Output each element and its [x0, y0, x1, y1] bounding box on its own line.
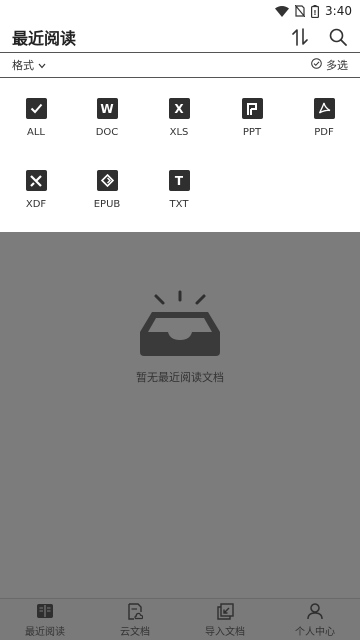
- nav-label: 导入文档: [205, 627, 245, 638]
- excel-icon: X: [168, 98, 190, 119]
- import-icon: [215, 601, 235, 621]
- format-xls[interactable]: X XLS: [149, 98, 209, 158]
- battery-icon: !: [311, 4, 320, 18]
- format-doc[interactable]: W DOC: [77, 98, 137, 158]
- page-title: 最近阅读: [12, 29, 77, 48]
- format-filter-button[interactable]: 格式: [12, 57, 46, 73]
- epub-icon: [96, 170, 118, 191]
- format-label: PDF: [314, 127, 334, 138]
- format-label: XDF: [25, 199, 47, 210]
- sort-icon[interactable]: [290, 27, 310, 47]
- format-all[interactable]: ALL: [6, 98, 66, 158]
- cloud-doc-icon: [125, 601, 145, 621]
- format-epub[interactable]: EPUB: [77, 170, 137, 230]
- xdf-icon: [25, 170, 47, 191]
- nav-label: 云文档: [120, 627, 150, 638]
- format-label: PPT: [242, 127, 262, 138]
- format-label: ALL: [27, 127, 45, 138]
- format-panel: ALL W DOC X XLS PPT PDF XDF EPUB T TXT: [0, 78, 360, 232]
- check-icon: [25, 98, 47, 119]
- word-icon: W: [96, 98, 118, 119]
- format-label: EPUB: [93, 199, 121, 210]
- check-circle-icon: [311, 58, 322, 72]
- svg-text:!: !: [313, 9, 316, 17]
- multiselect-label: 多选: [326, 59, 348, 72]
- empty-state: 暂无最近阅读文档: [0, 232, 360, 598]
- nav-label: 个人中心: [295, 627, 335, 638]
- empty-inbox-icon: [130, 290, 230, 360]
- person-icon: [305, 601, 325, 621]
- format-ppt[interactable]: PPT: [222, 98, 282, 158]
- format-filter-label: 格式: [12, 59, 34, 72]
- search-icon[interactable]: [328, 27, 348, 47]
- format-txt[interactable]: T TXT: [149, 170, 209, 230]
- powerpoint-icon: [241, 98, 263, 119]
- empty-message: 暂无最近阅读文档: [136, 371, 224, 384]
- pdf-icon: [313, 98, 335, 119]
- nav-recent[interactable]: 最近阅读: [0, 599, 90, 640]
- nav-import[interactable]: 导入文档: [180, 599, 270, 640]
- format-pdf[interactable]: PDF: [294, 98, 354, 158]
- format-xdf[interactable]: XDF: [6, 170, 66, 230]
- format-label: DOC: [95, 127, 119, 138]
- status-bar: ! 3:40: [0, 0, 360, 22]
- text-icon: T: [168, 170, 190, 191]
- no-sim-icon: [295, 5, 306, 17]
- bottom-nav: 最近阅读 云文档 导入文档 个人中心: [0, 598, 360, 640]
- wifi-icon: [275, 5, 290, 17]
- app-bar: 最近阅读: [0, 22, 360, 52]
- nav-cloud[interactable]: 云文档: [90, 599, 180, 640]
- multiselect-button[interactable]: 多选: [311, 57, 348, 73]
- status-time: 3:40: [325, 4, 352, 18]
- filter-bar: 格式 多选: [0, 53, 360, 77]
- book-icon: [35, 601, 55, 621]
- nav-label: 最近阅读: [25, 627, 65, 638]
- nav-profile[interactable]: 个人中心: [270, 599, 360, 640]
- chevron-down-icon: [38, 59, 46, 72]
- format-label: TXT: [169, 199, 189, 210]
- format-label: XLS: [169, 127, 189, 138]
